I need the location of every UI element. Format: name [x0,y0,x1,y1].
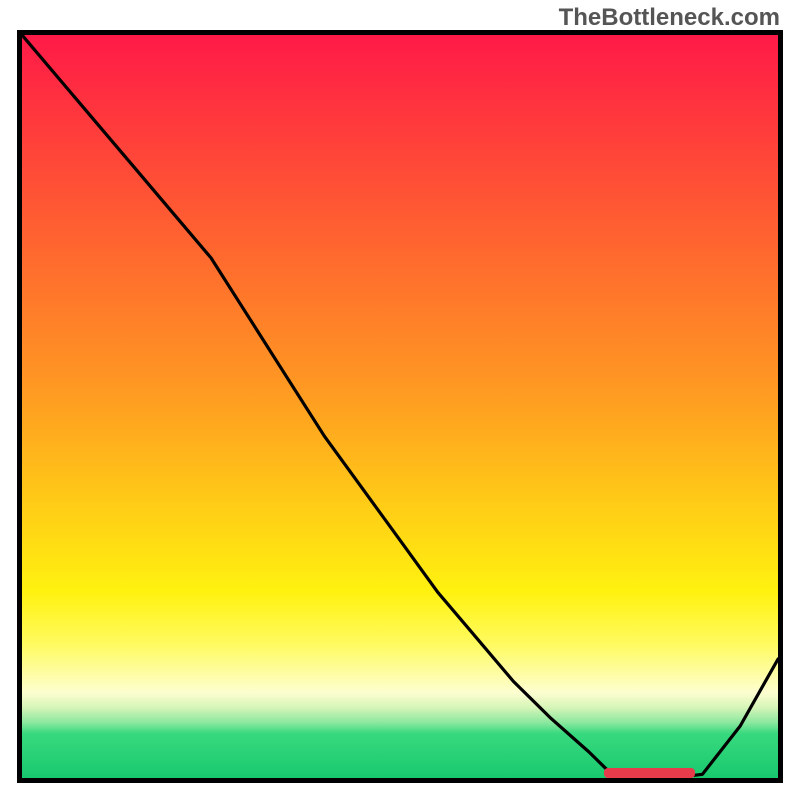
plot-frame [17,30,783,783]
optimum-highlight-marker [604,768,695,778]
watermark-text: TheBottleneck.com [559,4,780,32]
chart-root: TheBottleneck.com [0,0,800,800]
data-line-svg [22,35,778,778]
series-line [22,35,778,778]
